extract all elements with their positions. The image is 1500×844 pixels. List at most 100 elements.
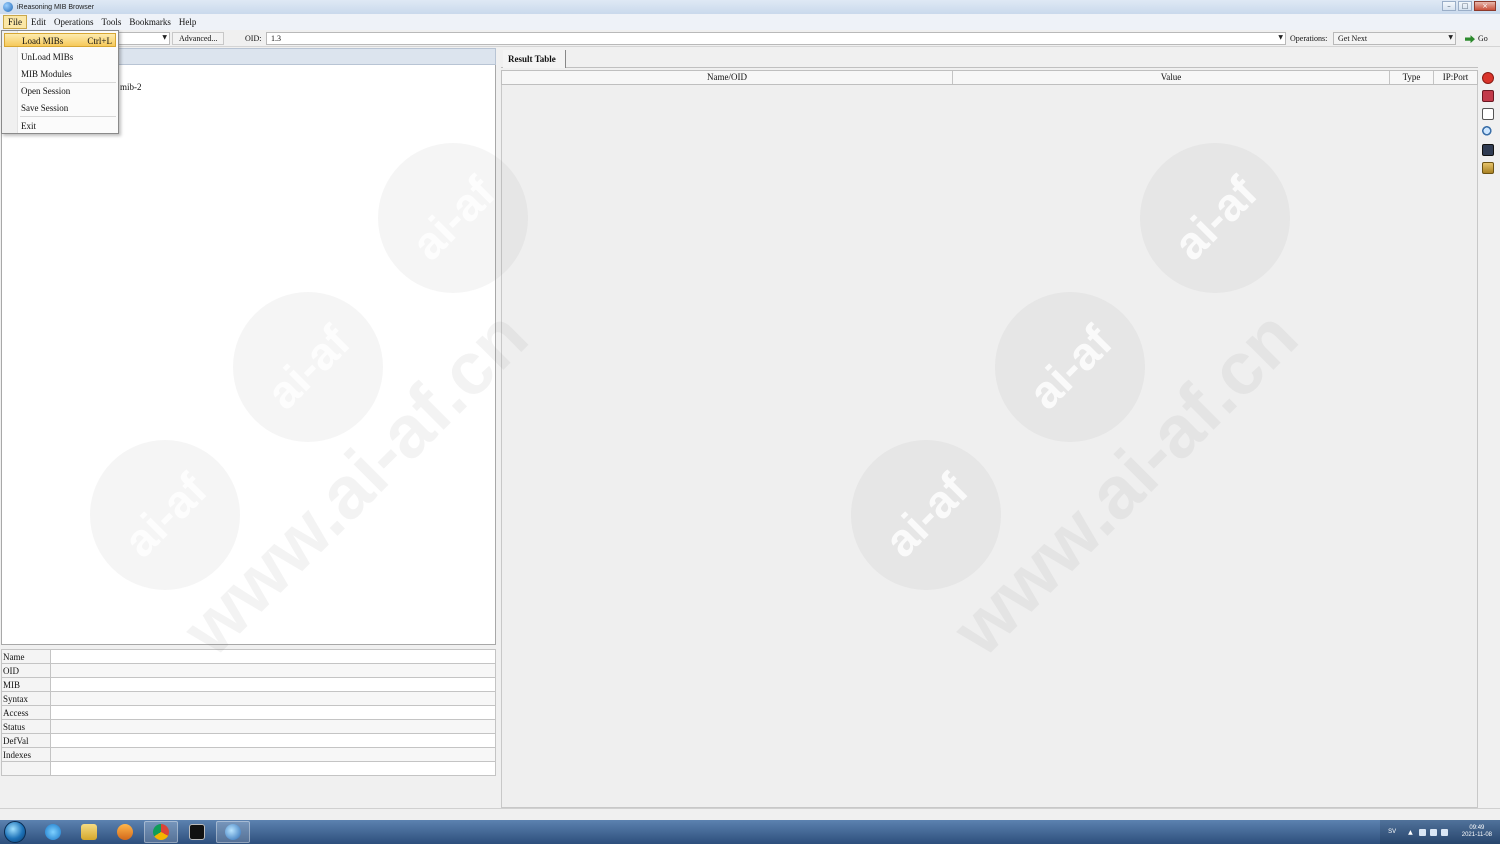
property-row: [1, 761, 496, 776]
clock[interactable]: 09:49 2021-11-08: [1462, 825, 1492, 839]
tray-expand-icon[interactable]: ▲: [1408, 829, 1413, 836]
close-button[interactable]: ×: [1474, 1, 1496, 11]
mib-browser-icon: [225, 824, 241, 840]
start-button[interactable]: [4, 821, 26, 843]
cmd-icon: [189, 824, 205, 840]
menu-item-unload-mibs[interactable]: UnLoad MIBs: [4, 50, 116, 64]
network-icon[interactable]: [1429, 828, 1437, 836]
menu-bar: File Edit Operations Tools Bookmarks Hel…: [0, 14, 1500, 30]
taskbar-explorer[interactable]: [72, 821, 106, 843]
property-name: Syntax: [1, 691, 51, 706]
maximize-button[interactable]: □: [1458, 1, 1472, 11]
column-value[interactable]: Value: [953, 71, 1390, 84]
menu-item-open-session[interactable]: Open Session: [4, 84, 116, 98]
find-icon[interactable]: [1482, 126, 1494, 138]
stop-icon[interactable]: [1482, 72, 1494, 84]
property-row: Status: [1, 719, 496, 734]
menu-separator: [20, 116, 116, 117]
chrome-icon: [153, 824, 169, 840]
property-name: OID: [1, 663, 51, 678]
property-row: Syntax: [1, 691, 496, 706]
property-name: MIB: [1, 677, 51, 692]
property-value: [50, 747, 496, 762]
property-value: [50, 733, 496, 748]
menu-item-save-session[interactable]: Save Session: [4, 101, 116, 115]
property-row: MIB: [1, 677, 496, 692]
property-name: Access: [1, 705, 51, 720]
taskbar: SV ▲ 09:49 2021-11-08: [0, 820, 1500, 844]
menu-operations[interactable]: Operations: [50, 15, 98, 29]
oid-label: OID:: [245, 34, 262, 43]
operations-label: Operations:: [1290, 34, 1328, 43]
tab-strip: Result Table: [501, 48, 1478, 68]
menu-bookmarks[interactable]: Bookmarks: [125, 15, 175, 29]
advanced-button[interactable]: Advanced...: [172, 32, 225, 45]
tab-result-table[interactable]: Result Table: [503, 50, 566, 68]
column-name-oid[interactable]: Name/OID: [502, 71, 953, 84]
volume-icon[interactable]: [1440, 828, 1448, 836]
minimize-button[interactable]: –: [1442, 1, 1456, 11]
menu-edit[interactable]: Edit: [27, 15, 50, 29]
open-folder-icon[interactable]: [1482, 162, 1494, 174]
column-type[interactable]: Type: [1390, 71, 1434, 84]
clock-date: 2021-11-08: [1461, 832, 1492, 838]
operations-select[interactable]: Get Next ▼: [1333, 32, 1456, 45]
menu-item-label: Load MIBs: [22, 36, 64, 46]
menu-separator: [20, 82, 116, 83]
oid-value: 1.3: [271, 34, 281, 43]
properties-table: Name OID MIB Syntax Access Status DefVal Indexe…: [1, 649, 496, 776]
internet-explorer-icon: [45, 824, 61, 840]
oid-input[interactable]: 1.3 ▼: [266, 32, 1286, 45]
property-value: [50, 761, 496, 776]
property-value: [50, 691, 496, 706]
folder-icon: [81, 824, 97, 840]
result-table-body[interactable]: [501, 85, 1478, 808]
result-panel: Result Table Name/OID Value Type IP:Port: [501, 48, 1478, 808]
menu-item-load-mibs[interactable]: Load MIBs Ctrl+L: [4, 33, 116, 47]
taskbar-mib-browser[interactable]: [216, 821, 250, 843]
window-title: iReasoning MIB Browser: [17, 3, 95, 11]
menu-item-mib-modules[interactable]: MIB Modules: [4, 67, 116, 81]
property-row: Access: [1, 705, 496, 720]
clear-icon[interactable]: [1482, 90, 1494, 102]
language-indicator[interactable]: SV: [1388, 829, 1396, 835]
tree-node-mib-2[interactable]: mib-2: [120, 82, 142, 92]
save-icon[interactable]: [1482, 144, 1494, 156]
taskbar-cmd[interactable]: [180, 821, 214, 843]
app-icon: [3, 2, 13, 12]
property-name: Status: [1, 719, 51, 734]
file-menu-dropdown: Load MIBs Ctrl+L UnLoad MIBs MIB Modules…: [1, 30, 119, 134]
taskbar-media-player[interactable]: [108, 821, 142, 843]
property-name: Indexes: [1, 747, 51, 762]
operations-value: Get Next: [1338, 34, 1368, 43]
property-name: [1, 761, 51, 776]
property-name: Name: [1, 649, 51, 664]
menu-item-exit[interactable]: Exit: [4, 119, 116, 133]
menu-tools[interactable]: Tools: [98, 15, 126, 29]
go-button[interactable]: Go: [1462, 32, 1491, 45]
title-bar: iReasoning MIB Browser – □ ×: [0, 0, 1500, 14]
column-ip-port[interactable]: IP:Port: [1434, 71, 1477, 84]
property-value: [50, 663, 496, 678]
media-player-icon: [117, 824, 133, 840]
side-toolbar: [1480, 72, 1496, 180]
property-row: Indexes: [1, 747, 496, 762]
menu-help[interactable]: Help: [175, 15, 201, 29]
window-controls: – □ ×: [1442, 1, 1496, 11]
taskbar-chrome[interactable]: [144, 821, 178, 843]
go-arrow-icon: [1465, 35, 1475, 44]
mib-tree-panel: mib-2 Name OID MIB Syntax Access Status DefVal…: [0, 48, 497, 808]
property-row: DefVal: [1, 733, 496, 748]
property-value: [50, 719, 496, 734]
menu-file[interactable]: File: [3, 15, 28, 29]
system-tray: SV ▲ 09:49 2021-11-08: [1380, 820, 1500, 844]
property-row: Name: [1, 649, 496, 664]
go-label: Go: [1478, 34, 1488, 43]
clock-time: 09:49: [1469, 825, 1485, 831]
property-value: [50, 705, 496, 720]
flag-icon[interactable]: [1418, 828, 1426, 836]
taskbar-internet-explorer[interactable]: [36, 821, 70, 843]
mib-tree[interactable]: mib-2: [1, 65, 496, 645]
result-table-header: Name/OID Value Type IP:Port: [501, 70, 1478, 85]
new-document-icon[interactable]: [1482, 108, 1494, 120]
